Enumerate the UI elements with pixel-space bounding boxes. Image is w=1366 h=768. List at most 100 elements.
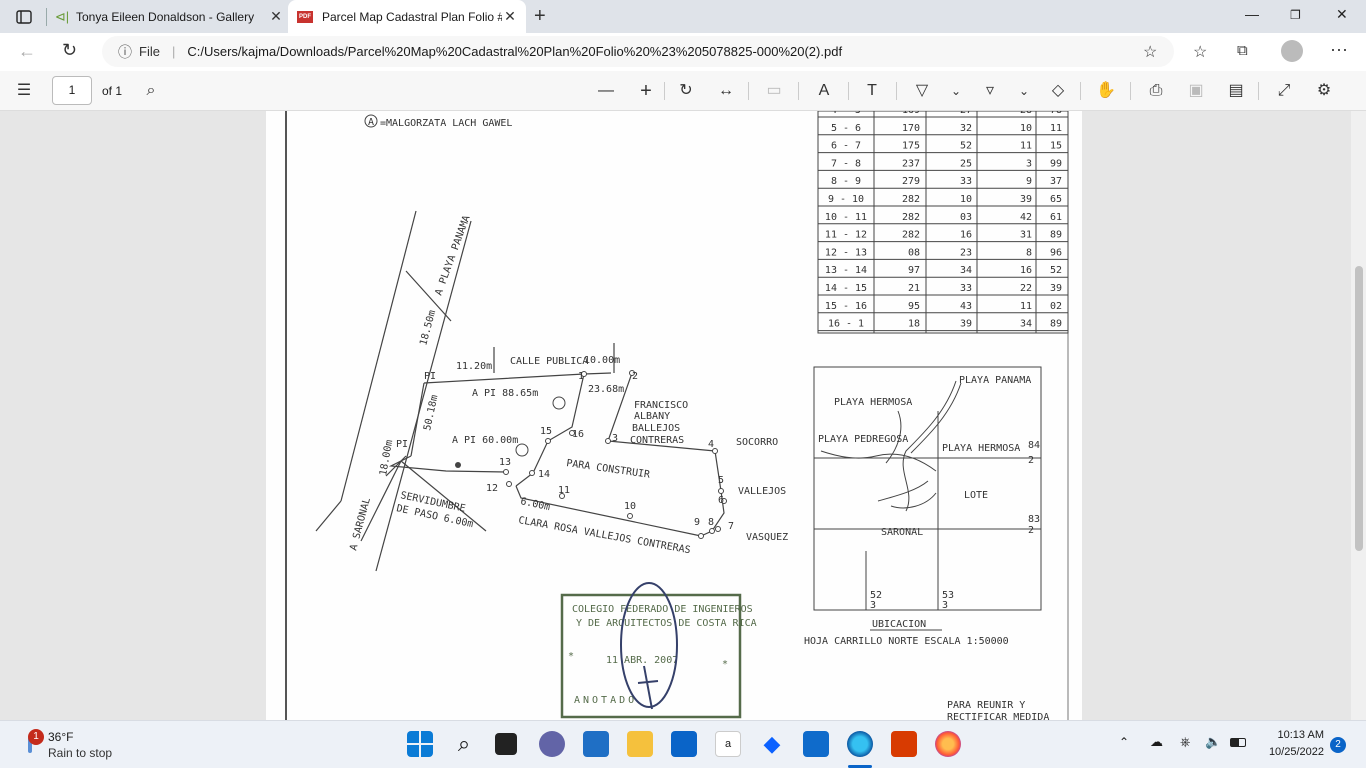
highlight-icon[interactable]: ▿ bbox=[980, 81, 1000, 101]
label-pi: PI bbox=[424, 371, 436, 382]
pdf-icon: PDF bbox=[288, 10, 322, 23]
table-cell: 282 bbox=[902, 194, 920, 205]
store-icon[interactable] bbox=[583, 731, 609, 757]
save-icon[interactable]: ▣ bbox=[1186, 81, 1206, 101]
address-bar: ← ↻ ⓘ File | C:/Users/kajma/Downloads/Pa… bbox=[0, 33, 1366, 71]
highlight-options-icon[interactable]: ⌄ bbox=[1014, 81, 1034, 101]
hoja-label: HOJA CARRILLO NORTE ESCALA 1:50000 bbox=[804, 636, 1009, 647]
map-label: PLAYA PANAMA bbox=[959, 375, 1031, 386]
table-cell: 18 bbox=[908, 319, 920, 330]
table-cell: 16 bbox=[960, 230, 972, 241]
new-tab-icon[interactable]: + bbox=[534, 5, 546, 28]
tab-pdf[interactable]: PDF Parcel Map Cadastral Plan Folio # ✕ bbox=[288, 0, 526, 33]
vertical-scrollbar[interactable] bbox=[1351, 111, 1366, 720]
text-icon[interactable]: T bbox=[862, 81, 882, 101]
chevron-up-icon[interactable]: ⌃ bbox=[1119, 735, 1129, 749]
cloud-icon[interactable]: ☁ bbox=[1150, 734, 1163, 750]
table-cell: 28 bbox=[1020, 111, 1032, 116]
info-icon[interactable]: ⓘ bbox=[118, 42, 132, 62]
table-cell: 8 - 9 bbox=[831, 176, 861, 187]
touch-icon[interactable]: ✋ bbox=[1096, 81, 1116, 101]
fit-width-icon[interactable]: ↔ bbox=[716, 81, 736, 101]
office-icon[interactable] bbox=[891, 731, 917, 757]
task-view-icon[interactable] bbox=[495, 733, 517, 755]
table-cell: 11 - 12 bbox=[825, 230, 867, 241]
point-label: 2 bbox=[632, 371, 638, 382]
favorites-icon[interactable]: ☆ bbox=[1193, 42, 1207, 62]
collections-icon[interactable]: ⧉ bbox=[1237, 42, 1248, 59]
zoom-out-icon[interactable]: — bbox=[596, 81, 616, 101]
table-cell: 4 - 5 bbox=[831, 111, 861, 116]
minimize-icon[interactable]: — bbox=[1245, 6, 1259, 22]
chat-icon[interactable] bbox=[539, 731, 565, 757]
scrollbar-thumb[interactable] bbox=[1355, 266, 1363, 551]
table-cell: 11 bbox=[1050, 123, 1062, 134]
tab-actions-icon[interactable] bbox=[15, 8, 33, 26]
note-label: RECTIFICAR MEDIDA bbox=[947, 712, 1049, 720]
firefox-icon[interactable] bbox=[935, 731, 961, 757]
restore-icon[interactable]: ❐ bbox=[1290, 8, 1301, 22]
start-icon[interactable] bbox=[407, 731, 433, 757]
zoom-in-icon[interactable]: + bbox=[636, 81, 656, 101]
battery-icon[interactable] bbox=[1230, 738, 1246, 747]
label-owner: VALLEJOS bbox=[738, 486, 786, 497]
close-tab-icon[interactable]: ✕ bbox=[502, 8, 518, 25]
label-dist: 10.00m bbox=[584, 355, 620, 366]
app-icon[interactable] bbox=[803, 731, 829, 757]
legend-text: =MALGORZATA LACH GAWEL bbox=[380, 118, 512, 129]
mail-icon[interactable] bbox=[671, 731, 697, 757]
label-pi: PI bbox=[396, 439, 408, 450]
pdf-viewer[interactable]: A =MALGORZATA LACH GAWEL 4 - 51692728785… bbox=[0, 111, 1366, 720]
label-dist: 6.00m bbox=[519, 496, 551, 513]
search-icon[interactable]: ⌕ bbox=[141, 81, 161, 101]
save-as-icon[interactable]: ▤ bbox=[1226, 81, 1246, 101]
table-cell: 22 bbox=[1020, 283, 1032, 294]
map-grid-label: 83 bbox=[1028, 514, 1040, 525]
erase-icon[interactable]: ◇ bbox=[1048, 81, 1068, 101]
file-explorer-icon[interactable] bbox=[627, 731, 653, 757]
label-dist: 18.00m bbox=[378, 439, 395, 476]
fullscreen-icon[interactable]: ⤢ bbox=[1274, 81, 1294, 101]
table-cell: 175 bbox=[902, 141, 920, 152]
rotate-icon[interactable]: ↻ bbox=[676, 81, 696, 101]
dropbox-icon[interactable]: ◆ bbox=[759, 731, 785, 757]
clock-date[interactable]: 10/25/2022 bbox=[1262, 746, 1324, 758]
svg-text:*: * bbox=[722, 659, 728, 670]
map-label: PLAYA HERMOSA bbox=[834, 397, 912, 408]
table-cell: 13 - 14 bbox=[825, 265, 867, 276]
point-label: 16 bbox=[572, 429, 584, 440]
table-cell: 10 bbox=[1020, 123, 1032, 134]
notification-badge[interactable]: 2 bbox=[1330, 737, 1346, 753]
page-view-icon[interactable]: ▭ bbox=[764, 81, 784, 101]
close-window-icon[interactable]: ✕ bbox=[1336, 6, 1348, 23]
draw-icon[interactable]: ▽ bbox=[912, 81, 932, 101]
profile-avatar[interactable] bbox=[1281, 40, 1303, 62]
contents-icon[interactable]: ☰ bbox=[14, 81, 34, 101]
label-playa-panama: A PLAYA PANAMA bbox=[433, 214, 472, 297]
add-favorite-icon[interactable]: ☆ bbox=[1143, 42, 1157, 62]
back-icon[interactable]: ← bbox=[18, 41, 36, 62]
more-menu-icon[interactable]: ··· bbox=[1330, 39, 1348, 60]
url-text: C:/Users/kajma/Downloads/Parcel%20Map%20… bbox=[187, 44, 843, 59]
svg-text:*: * bbox=[568, 651, 574, 662]
read-aloud-icon[interactable]: A bbox=[814, 81, 834, 101]
settings-icon[interactable]: ⚙ bbox=[1314, 81, 1334, 101]
url-field[interactable]: ⓘ File | C:/Users/kajma/Downloads/Parcel… bbox=[102, 36, 1174, 67]
network-icon[interactable]: ⎈ bbox=[1180, 734, 1190, 750]
close-tab-icon[interactable]: ✕ bbox=[268, 8, 284, 25]
draw-options-icon[interactable]: ⌄ bbox=[946, 81, 966, 101]
table-cell: 31 bbox=[1020, 230, 1032, 241]
table-cell: 96 bbox=[1050, 247, 1062, 258]
clock-time[interactable]: 10:13 AM bbox=[1262, 729, 1324, 741]
search-taskbar-icon[interactable]: ⌕ bbox=[451, 731, 477, 757]
page-number-input[interactable]: 1 bbox=[52, 76, 92, 105]
tab-gallery[interactable]: ⊲| Tonya Eileen Donaldson - Gallery ✕ bbox=[48, 0, 284, 33]
weather-widget[interactable]: 1 bbox=[24, 729, 44, 753]
print-icon[interactable]: ⎙ bbox=[1146, 81, 1166, 101]
table-cell: 10 - 11 bbox=[825, 212, 867, 223]
volume-icon[interactable]: 🔈 bbox=[1205, 734, 1221, 750]
edge-icon[interactable] bbox=[847, 731, 873, 757]
table-cell: 52 bbox=[960, 141, 972, 152]
refresh-icon[interactable]: ↻ bbox=[62, 40, 77, 61]
amazon-icon[interactable]: a bbox=[715, 731, 741, 757]
